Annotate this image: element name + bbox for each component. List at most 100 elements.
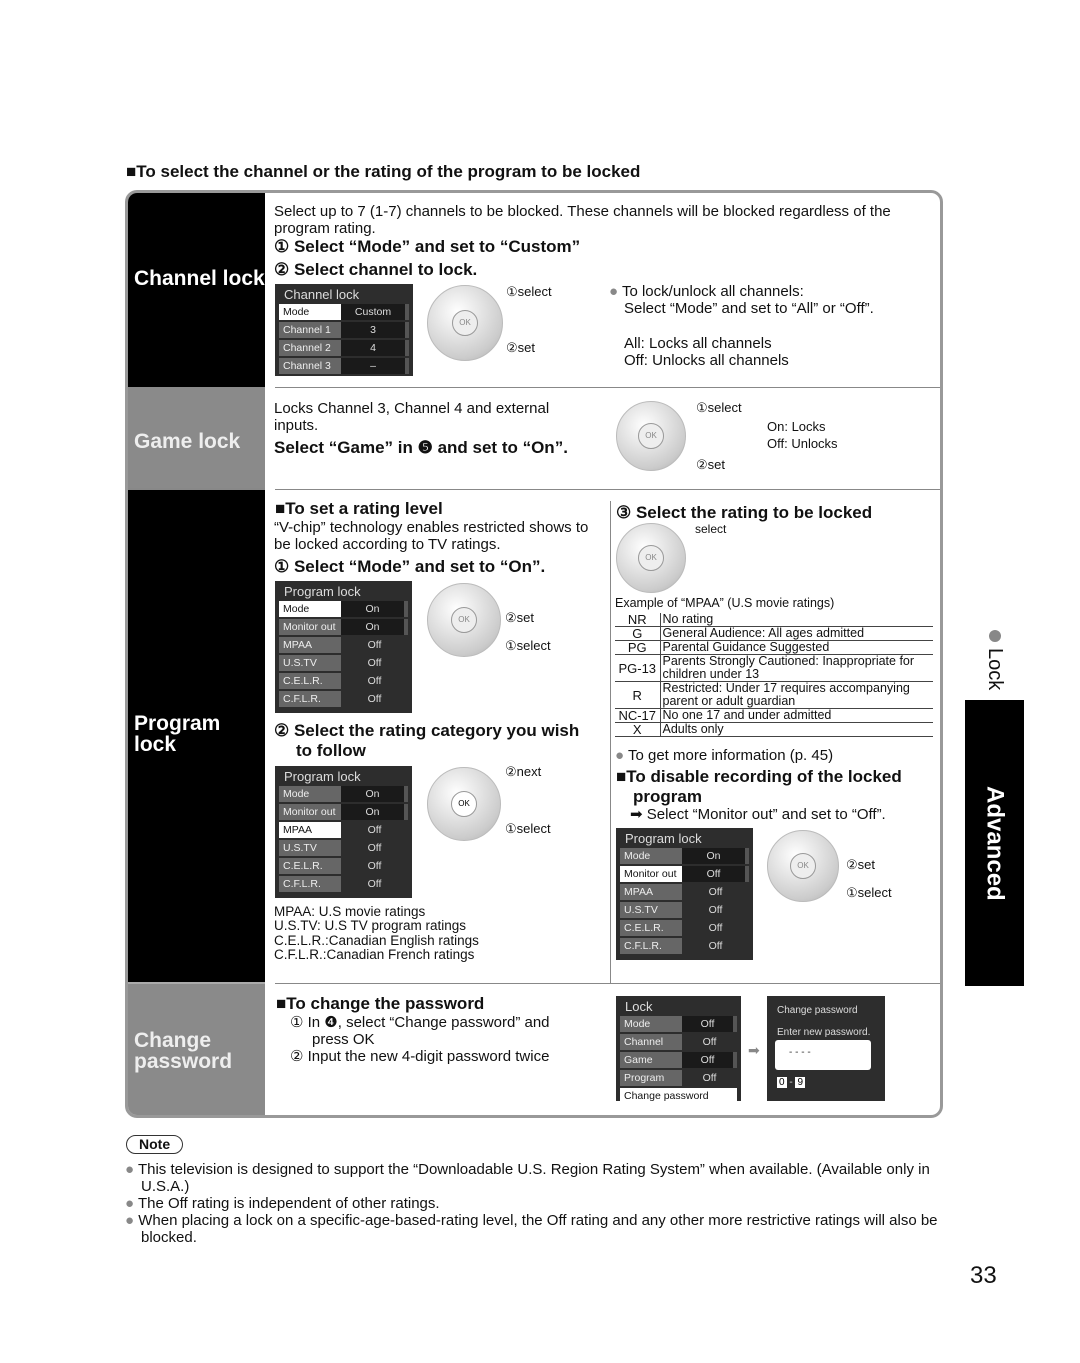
change-password-dialog: Change password Enter new password. - - … (767, 996, 885, 1101)
dial-label: ②next (505, 764, 542, 779)
menu-row[interactable]: U.S.TV Off (279, 655, 408, 671)
menu-row-value: Off (367, 639, 382, 651)
rating-code: PG (615, 640, 661, 655)
password-step2: ② Input the new 4-digit password twice (290, 1048, 550, 1065)
menu-row[interactable]: Monitor out On (279, 804, 408, 820)
menu-row-value: Off (367, 842, 382, 854)
dial-label: ①select (505, 821, 551, 836)
menu-row[interactable]: Game Off (620, 1052, 737, 1068)
menu-row-value: Off (702, 1036, 717, 1048)
rating-desc: Adults only (660, 722, 933, 737)
menu-row-label: Mode (279, 601, 341, 617)
menu-row-label: Mode (279, 786, 341, 802)
channel-note: Select “Mode” and set to “All” or “Off”. (624, 300, 874, 317)
channel-lock-menu: Channel lock Mode Custom Channel 1 3 Channel … (275, 284, 413, 376)
more-info: To get more information (p. 45) (615, 747, 833, 764)
menu-row[interactable]: Channel 3– (279, 358, 409, 374)
menu-row[interactable]: C.F.L.R. Off (279, 691, 408, 707)
arrow-icon: ➡ (748, 1042, 760, 1058)
menu-row-value: Off (682, 1052, 737, 1068)
menu-row-value: 4 (341, 340, 409, 356)
menu-row-label: C.F.L.R. (620, 938, 682, 954)
rating-desc: Parental Guidance Suggested (660, 640, 933, 655)
menu-row-label: MPAA (279, 822, 341, 838)
rating-code: PG-13 (615, 654, 661, 682)
menu-row[interactable]: Change password (620, 1088, 737, 1104)
rating-desc: General Audience: All ages admitted (660, 626, 933, 641)
menu-row-value: On (341, 601, 408, 617)
menu-row-value: On (341, 804, 408, 820)
program-step3: ③ Select the rating to be locked (616, 503, 873, 522)
dial-label: ②set (696, 457, 725, 472)
menu-row[interactable]: C.E.L.R. Off (279, 673, 408, 689)
menu-row-value: Off (708, 922, 723, 934)
mpaa-ratings-table: NR No rating G General Audience: All ages a… (615, 613, 933, 737)
game-off: Off: Unlocks (767, 436, 838, 451)
menu-row[interactable]: C.E.L.R. Off (620, 920, 749, 936)
menu-row[interactable]: MPAA Off (279, 822, 408, 838)
menu-row-value: Off (367, 693, 382, 705)
menu-row[interactable]: MPAA Off (279, 637, 408, 653)
menu-row-label: Game (620, 1052, 682, 1068)
menu-row-label: Mode (620, 848, 682, 864)
password-heading: ■To change the password (276, 994, 485, 1013)
menu-row-label: Mode (620, 1016, 682, 1032)
rating-code: G (615, 626, 661, 641)
menu-row[interactable]: U.S.TV Off (620, 902, 749, 918)
menu-row[interactable]: Channel 24 (279, 340, 409, 356)
menu-row-label: C.E.L.R. (279, 858, 341, 874)
password-step1: press OK (312, 1031, 375, 1048)
rating-desc: Restricted: Under 17 requires accompanyi… (660, 681, 933, 709)
menu-row-label: Mode (279, 304, 341, 320)
menu-row-label: C.E.L.R. (279, 673, 341, 689)
rating-desc: No rating (660, 613, 933, 627)
channel-step2: ② Select channel to lock. (274, 260, 478, 279)
menu-row-label: Monitor out (279, 619, 341, 635)
channel-intro: Select up to 7 (1-7) channels to be bloc… (274, 203, 891, 237)
menu-row-label: C.E.L.R. (620, 920, 682, 936)
menu-row[interactable]: Channel 13 (279, 322, 409, 338)
menu-row[interactable]: Mode Off (620, 1016, 737, 1032)
menu-row[interactable]: Mode Custom (279, 304, 409, 320)
channel-lock-label: Channel lock (128, 193, 265, 387)
dial-label: ①select (846, 885, 892, 900)
dial-label: select (695, 522, 727, 536)
program-lock-menu: Program lock Mode On Monitor out On MPAA Off U.… (275, 581, 412, 713)
menu-row[interactable]: C.E.L.R. Off (279, 858, 408, 874)
menu-row-value: Off (682, 1016, 737, 1032)
remote-dial: OK (427, 285, 503, 361)
menu-row[interactable]: Mode On (620, 848, 749, 864)
menu-row[interactable]: Program Off (620, 1070, 737, 1086)
menu-row[interactable]: Mode On (279, 786, 408, 802)
rating-row: NR No rating (615, 613, 933, 627)
rating-code: X (615, 722, 661, 737)
disable-heading: ■To disable recording of the locked (616, 767, 902, 786)
menu-row[interactable]: Mode On (279, 601, 408, 617)
remote-dial: OK (616, 523, 686, 593)
menu-row-value: 3 (341, 322, 409, 338)
menu-row[interactable]: MPAA Off (620, 884, 749, 900)
menu-row[interactable]: C.F.L.R. Off (620, 938, 749, 954)
menu-row-label: Channel (620, 1034, 682, 1050)
menu-row[interactable]: C.F.L.R. Off (279, 876, 408, 892)
lock-index: Lock (984, 648, 1006, 691)
menu-row-value: Off (367, 675, 382, 687)
menu-title: Program lock (625, 831, 702, 846)
advanced-tab: Advanced (965, 700, 1024, 986)
page-number: 33 (970, 1262, 997, 1289)
note-badge: Note (126, 1135, 184, 1154)
program-step2: to follow (296, 741, 366, 760)
rating-code: R (615, 681, 661, 709)
menu-row[interactable]: Channel Off (620, 1034, 737, 1050)
note-item: When placing a lock on a specific-age-ba… (125, 1212, 940, 1246)
menu-row-value: Off (682, 866, 749, 882)
note-list: This television is designed to support t… (125, 1161, 940, 1246)
remote-dial: OK (427, 767, 501, 841)
menu-row-value: Off (367, 657, 382, 669)
menu-row-label: Monitor out (620, 866, 682, 882)
password-input[interactable]: - - - - (775, 1040, 871, 1070)
menu-row[interactable]: U.S.TV Off (279, 840, 408, 856)
menu-row[interactable]: Monitor out Off (620, 866, 749, 882)
menu-row-value: Off (708, 904, 723, 916)
menu-row[interactable]: Monitor out On (279, 619, 408, 635)
